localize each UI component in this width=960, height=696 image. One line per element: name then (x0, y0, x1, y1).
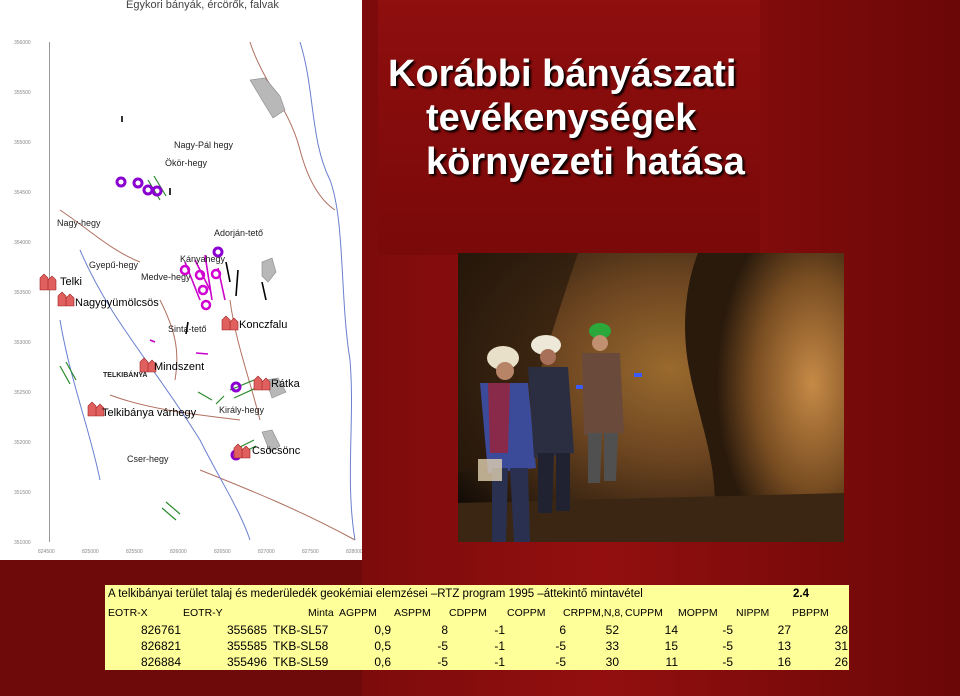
col-header: EOTR-X (108, 607, 148, 619)
town-label: Telkibánya várhegy (102, 407, 197, 419)
col-header: EOTR-Y (183, 607, 223, 619)
cell: 355496 (226, 655, 267, 669)
svg-text:352000: 352000 (14, 440, 31, 446)
col-header: AGPPM (339, 607, 377, 619)
cell: 27 (777, 623, 791, 637)
cell: -5 (722, 623, 733, 637)
cell: 33 (605, 639, 619, 653)
cell: 0,6 (374, 655, 391, 669)
cell: -5 (555, 655, 566, 669)
place-label: Ökör-hegy (165, 158, 208, 168)
svg-text:352500: 352500 (14, 390, 31, 396)
cell: -5 (437, 639, 448, 653)
col-header: NIPPM (736, 607, 770, 619)
cell: 16 (777, 655, 791, 669)
cell: 355685 (226, 623, 267, 637)
cell: 28 (834, 623, 848, 637)
cell: -1 (494, 623, 505, 637)
cell: -5 (555, 639, 566, 653)
table-row: 826821 355585 TKB-SL58 0,5 -5 -1 -5 33 1… (105, 639, 849, 656)
svg-text:351000: 351000 (14, 540, 31, 546)
title-line-2: tevékenységek (426, 97, 697, 139)
svg-text:827500: 827500 (302, 549, 319, 555)
svg-text:353000: 353000 (14, 340, 31, 346)
svg-text:354000: 354000 (14, 240, 31, 246)
table-number: 2.4 (793, 588, 809, 600)
svg-text:353500: 353500 (14, 290, 31, 296)
svg-text:825500: 825500 (126, 549, 143, 555)
cell: 826761 (140, 623, 181, 637)
place-label: TELKIBÁNYA (103, 370, 147, 379)
col-header: ASPPM (394, 607, 431, 619)
town-label: Konczfalu (239, 319, 287, 331)
cell: -1 (494, 655, 505, 669)
cell: TKB-SL57 (273, 623, 329, 637)
cell: 826884 (140, 655, 181, 669)
cell: 0,9 (374, 623, 391, 637)
cell: -5 (722, 655, 733, 669)
town-label: Rátka (271, 378, 301, 390)
cell: -5 (437, 655, 448, 669)
cell: 13 (777, 639, 791, 653)
town-label: Nagygyümölcsös (75, 297, 159, 309)
col-header: Minta (308, 607, 334, 619)
cell: 0,5 (374, 639, 391, 653)
place-label: Gyepű-hegy (89, 260, 139, 270)
cell: 826821 (140, 639, 181, 653)
place-label: Sinta-tető (168, 324, 207, 334)
town-label: Telki (60, 276, 82, 288)
mine-tunnel-photo (458, 253, 844, 542)
geologic-map: 356000 355500 355000 354500 354000 353500 3… (14, 40, 362, 555)
slide-title: Korábbi bányászati tevékenységek környez… (388, 52, 768, 184)
svg-text:824500: 824500 (38, 549, 55, 555)
place-label: Medve-hegy (141, 272, 191, 282)
table-row: 826884 355496 TKB-SL59 0,6 -5 -1 -5 30 1… (105, 655, 849, 672)
place-label: Adorján-tető (214, 228, 263, 238)
table-title: A telkibányai terület talaj és mederüled… (108, 588, 643, 600)
title-line-3: környezeti hatása (426, 141, 745, 183)
col-header: CRPPM,N,8, (563, 607, 624, 619)
svg-text:826500: 826500 (214, 549, 231, 555)
place-label: Kányahegy (180, 254, 226, 264)
col-header: CUPPM (625, 607, 663, 619)
cell: 6 (559, 623, 566, 637)
svg-text:825000: 825000 (82, 549, 99, 555)
svg-text:828000: 828000 (346, 549, 362, 555)
place-label: Nagy-Pál hegy (174, 140, 234, 150)
place-label: Cser-hegy (127, 454, 169, 464)
svg-text:355500: 355500 (14, 90, 31, 96)
geochem-table: A telkibányai terület talaj és mederüled… (105, 585, 849, 670)
svg-text:355000: 355000 (14, 140, 31, 146)
cell: 8 (441, 623, 448, 637)
cell: TKB-SL58 (273, 639, 329, 653)
col-header: PBPPM (792, 607, 829, 619)
cell: 14 (664, 623, 678, 637)
cell: 31 (834, 639, 848, 653)
col-header: MOPPM (678, 607, 718, 619)
col-header: COPPM (507, 607, 546, 619)
cell: -1 (494, 639, 505, 653)
table-row: 826761 355685 TKB-SL57 0,9 8 -1 6 52 14 … (105, 623, 849, 640)
town-label: Mindszent (154, 361, 204, 373)
title-line-1: Korábbi bányászati (388, 53, 737, 95)
town-label: Csöcsönc (252, 445, 301, 457)
cell: 26 (834, 655, 848, 669)
svg-text:826000: 826000 (170, 549, 187, 555)
svg-text:354500: 354500 (14, 190, 31, 196)
cell: 52 (605, 623, 619, 637)
svg-text:827000: 827000 (258, 549, 275, 555)
svg-text:356000: 356000 (14, 40, 31, 46)
photo-illustration (458, 253, 844, 542)
cell: 355585 (226, 639, 267, 653)
cell: TKB-SL59 (273, 655, 329, 669)
col-header: CDPPM (449, 607, 487, 619)
place-label: Nagy-hegy (57, 218, 101, 228)
svg-text:351500: 351500 (14, 490, 31, 496)
cell: -5 (722, 639, 733, 653)
place-label: Király-hegy (219, 405, 265, 415)
map-panel: Egykori bányák, ércörők, falvak 356000 3… (0, 0, 362, 560)
cell: 15 (664, 639, 678, 653)
cell: 11 (665, 655, 678, 669)
cell: 30 (605, 655, 619, 669)
